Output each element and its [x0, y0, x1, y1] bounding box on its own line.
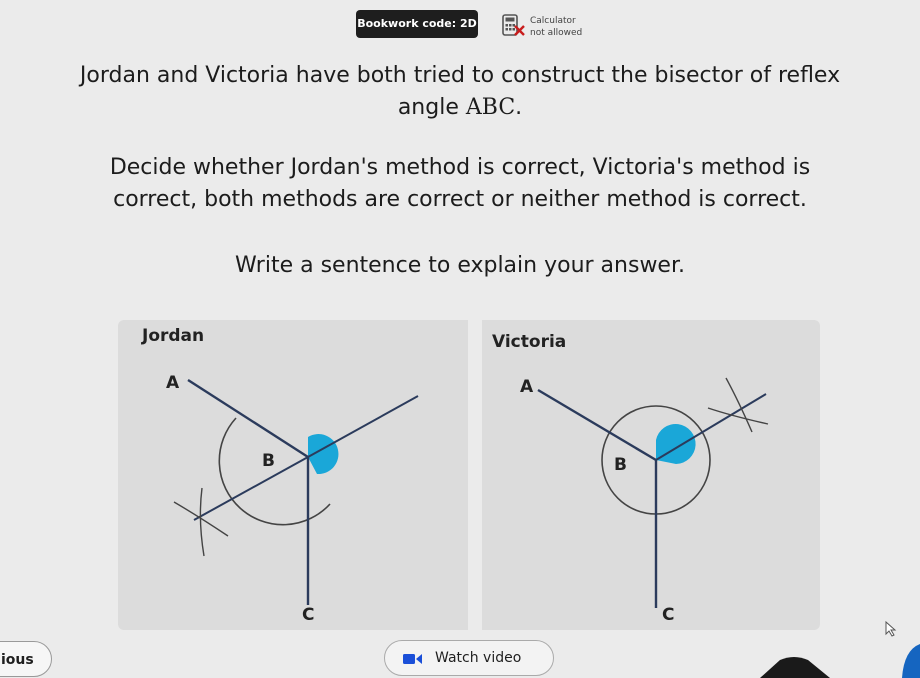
jordan-label-b: B: [262, 451, 275, 471]
victoria-label-a: A: [520, 377, 534, 397]
question-text-2b: correct, both methods are correct or nei…: [113, 187, 807, 212]
watch-video-label: Watch video: [435, 650, 522, 666]
calculator-crossed-icon: [502, 14, 525, 36]
jordan-construction-arc-2: [199, 487, 205, 557]
question-text-2a: Decide whether Jordan's method is correc…: [109, 155, 811, 180]
victoria-diagram-panel: Victoria A B C: [482, 320, 820, 630]
victoria-label-b: B: [614, 455, 627, 475]
question-line-2: Decide whether Jordan's method is correc…: [24, 152, 896, 216]
watch-video-button[interactable]: Watch video: [384, 640, 554, 676]
cursor-icon: [885, 620, 897, 637]
previous-button[interactable]: ious: [0, 641, 52, 677]
blue-decoration: [902, 644, 920, 678]
calculator-not-allowed-label: not allowed: [530, 28, 583, 38]
victoria-reflex-angle-marker: [656, 424, 696, 464]
jordan-label-c: C: [302, 605, 314, 625]
jordan-bisector-right: [307, 395, 419, 458]
question-text-1: Jordan and Victoria have both tried to c…: [79, 63, 841, 88]
angle-name: ABC: [465, 95, 516, 120]
calculator-label: Calculator: [530, 16, 576, 26]
question-line-3: Write a sentence to explain your answer.: [235, 253, 685, 278]
jordan-diagram: A B C: [166, 373, 419, 625]
video-camera-icon: [403, 654, 422, 664]
jordan-line-ba: [187, 378, 309, 459]
jordan-bisector-left: [193, 456, 309, 521]
calculator-status: Calculator not allowed: [530, 15, 582, 39]
question-line-1: Jordan and Victoria have both tried to c…: [24, 60, 896, 124]
question-text-1b: angle: [397, 95, 466, 120]
bookwork-code-badge: Bookwork code: 2D: [356, 10, 478, 38]
victoria-label-c: C: [662, 605, 674, 625]
jordan-arc: [218, 417, 331, 526]
question-text-1c: .: [515, 95, 523, 120]
jordan-diagram-panel: Jordan A B C: [118, 320, 468, 630]
jordan-label-a: A: [166, 373, 180, 393]
dark-decoration: [760, 657, 830, 678]
victoria-line-ba: [537, 388, 657, 462]
victoria-diagram: A B C: [520, 377, 769, 625]
